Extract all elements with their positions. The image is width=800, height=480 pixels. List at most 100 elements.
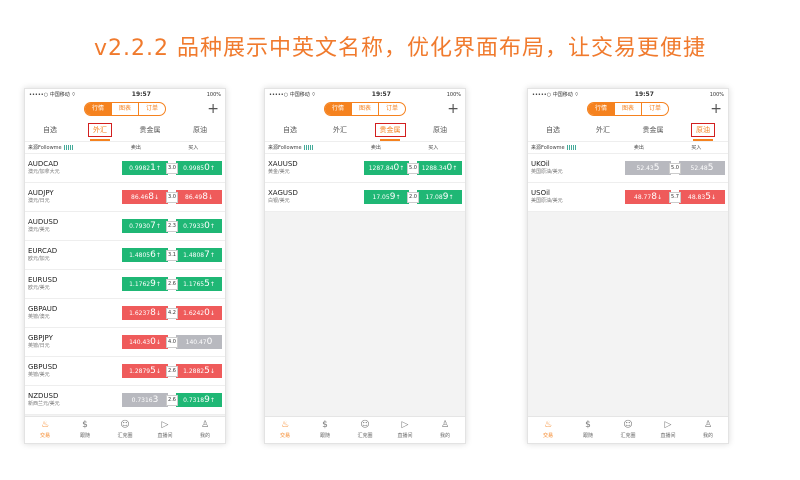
buy-button[interactable]: 1.1765 5 ↑	[176, 277, 222, 291]
tab-label: 直播间	[660, 433, 676, 439]
carrier-label: •••••○ 中国移动 ⌔	[269, 92, 316, 98]
plus-icon[interactable]: +	[447, 101, 459, 117]
price-pip: 0	[206, 337, 213, 347]
sell-button[interactable]: 17.05 9 ↑	[364, 190, 409, 204]
symbol-cell: UKOil 英国原油/美元	[531, 160, 603, 176]
list-item[interactable]: NZDUSD 新西兰元/美元 0.7316 3 2.6 0.7318 9 ↑	[25, 386, 225, 415]
tab-0[interactable]: 自选	[265, 125, 315, 135]
trend-arrow-icon: ↑	[209, 222, 215, 230]
symbol-name: 黄金/美元	[268, 169, 290, 175]
tab-2[interactable]: 贵金属	[125, 125, 175, 135]
bottom-tab-1[interactable]: $ 跟随	[305, 417, 345, 443]
spread-badge: 2.6	[166, 278, 178, 290]
segment-2[interactable]: 订单	[642, 103, 668, 115]
tab-3[interactable]: 原油	[678, 122, 728, 141]
list-item[interactable]: AUDJPY 澳元/日元 86.46 8 ↓ 3.0 86.49 8 ↓	[25, 183, 225, 212]
buy-button[interactable]: 0.7933 0 ↑	[176, 219, 222, 233]
tab-1[interactable]: 外汇	[75, 122, 125, 141]
list-item[interactable]: EURCAD 欧元/加元 1.4805 6 ↑ 3.1 1.4808 7 ↑	[25, 241, 225, 270]
list-item[interactable]: GBPUSD 英镑/美元 1.2879 5 ↓ 2.6 1.2882 5 ↓	[25, 357, 225, 386]
phone-screen: •••••○ 中国移动 ⌔ 19:57 100% 行情 图表 订单 + 自选 外汇 贵金…	[264, 88, 466, 444]
tab-icon: ♙	[703, 420, 713, 430]
sell-button[interactable]: 0.9982 1 ↑	[122, 161, 168, 175]
buy-button[interactable]: 17.08 9 ↑	[417, 190, 462, 204]
sell-button[interactable]: 140.43 0 ↓	[122, 335, 168, 349]
bottom-tab-0[interactable]: ♨ 交易	[265, 417, 305, 443]
list-item[interactable]: USOil 美国原油/美元 48.77 8 ↓ 5.7 48.83 5 ↓	[528, 183, 728, 212]
list-item[interactable]: GBPAUD 英镑/澳元 1.6237 8 ↓ 4.2 1.6242 0 ↓	[25, 299, 225, 328]
price-base: 1288.34	[421, 164, 447, 172]
list-item[interactable]: XAGUSD 白银/美元 17.05 9 ↑ 2.0 17.08 9 ↑	[265, 183, 465, 212]
bottom-tab-4[interactable]: ♙ 我的	[185, 417, 225, 443]
list-item[interactable]: UKOil 英国原油/美元 52.43 5 5.0 52.48 5	[528, 154, 728, 183]
bottom-tab-3[interactable]: ▷ 直播间	[648, 417, 688, 443]
buy-button[interactable]: 1.6242 0 ↓	[176, 306, 222, 320]
buy-button[interactable]: 0.7318 9 ↑	[176, 393, 222, 407]
tab-2[interactable]: 贵金属	[628, 125, 678, 135]
list-item[interactable]: XAUUSD 黄金/美元 1287.84 0 ↑ 5.0 1288.34 0 ↑	[265, 154, 465, 183]
bottom-tab-4[interactable]: ♙ 我的	[425, 417, 465, 443]
list-item[interactable]: AUDUSD 澳元/美元 0.7930 7 ↑ 2.3 0.7933 0 ↑	[25, 212, 225, 241]
bottom-tab-0[interactable]: ♨ 交易	[528, 417, 568, 443]
bottom-tab-3[interactable]: ▷ 直播间	[145, 417, 185, 443]
sell-button[interactable]: 1.4805 6 ↑	[122, 248, 168, 262]
buy-button[interactable]: 140.47 0	[176, 335, 222, 349]
tab-0[interactable]: 自选	[25, 125, 75, 135]
buy-button[interactable]: 52.48 5	[679, 161, 725, 175]
bottom-tab-1[interactable]: $ 跟随	[65, 417, 105, 443]
tab-3[interactable]: 原油	[175, 125, 225, 135]
bottom-tab-2[interactable]: ☺ 汇克圈	[608, 417, 648, 443]
sell-button[interactable]: 48.77 8 ↓	[625, 190, 671, 204]
plus-icon[interactable]: +	[207, 101, 219, 117]
sell-button[interactable]: 0.7316 3	[122, 393, 168, 407]
segment-2[interactable]: 订单	[139, 103, 165, 115]
buy-button[interactable]: 86.49 8 ↓	[176, 190, 222, 204]
buy-button[interactable]: 1.4808 7 ↑	[176, 248, 222, 262]
sell-button[interactable]: 86.46 8 ↓	[122, 190, 168, 204]
segment-1[interactable]: 图表	[112, 103, 139, 115]
segment-1[interactable]: 图表	[615, 103, 642, 115]
status-time: 19:57	[371, 91, 391, 98]
sell-button[interactable]: 1287.84 0 ↑	[364, 161, 409, 175]
sell-button[interactable]: 0.7930 7 ↑	[122, 219, 168, 233]
symbol-cell: AUDUSD 澳元/美元	[28, 218, 100, 234]
spread-badge: 3.1	[166, 249, 178, 261]
list-item[interactable]: GBPJPY 英镑/日元 140.43 0 ↓ 4.0 140.47 0	[25, 328, 225, 357]
spread-badge: 2.6	[166, 394, 178, 406]
bottom-tab-4[interactable]: ♙ 我的	[688, 417, 728, 443]
tab-3[interactable]: 原油	[415, 125, 465, 135]
tab-0[interactable]: 自选	[528, 125, 578, 135]
tab-1[interactable]: 外汇	[578, 125, 628, 135]
sell-button[interactable]: 1.6237 8 ↓	[122, 306, 168, 320]
symbol-name: 欧元/加元	[28, 256, 50, 262]
tab-1[interactable]: 外汇	[315, 125, 365, 135]
bottom-tab-2[interactable]: ☺ 汇克圈	[105, 417, 145, 443]
buy-button[interactable]: 48.83 5 ↓	[679, 190, 725, 204]
sell-button[interactable]: 52.43 5	[625, 161, 671, 175]
buy-button[interactable]: 1.2882 5 ↓	[176, 364, 222, 378]
tab-label: 外汇	[88, 122, 112, 137]
price-base: 140.43	[129, 338, 151, 346]
segment-0[interactable]: 行情	[325, 103, 352, 115]
segment-1[interactable]: 图表	[352, 103, 379, 115]
symbol-code: USOil	[531, 189, 550, 197]
plus-icon[interactable]: +	[710, 101, 722, 117]
trend-arrow-icon: ↑	[155, 222, 161, 230]
bottom-tab-0[interactable]: ♨ 交易	[25, 417, 65, 443]
quote-pair: 140.43 0 ↓ 4.0 140.47 0	[122, 335, 222, 349]
list-item[interactable]: EURUSD 欧元/美元 1.1762 9 ↑ 2.6 1.1765 5 ↑	[25, 270, 225, 299]
sell-button[interactable]: 1.1762 9 ↑	[122, 277, 168, 291]
sell-button[interactable]: 1.2879 5 ↓	[122, 364, 168, 378]
price-base: 0.7316	[131, 396, 153, 404]
segment-2[interactable]: 订单	[379, 103, 405, 115]
segment-0[interactable]: 行情	[85, 103, 112, 115]
bottom-tab-3[interactable]: ▷ 直播间	[385, 417, 425, 443]
bottom-tab-2[interactable]: ☺ 汇克圈	[345, 417, 385, 443]
list-item[interactable]: AUDCAD 澳元/加拿大元 0.9982 1 ↑ 3.0 0.9985 0 ↑	[25, 154, 225, 183]
trend-arrow-icon: ↓	[656, 193, 662, 201]
bottom-tab-1[interactable]: $ 跟随	[568, 417, 608, 443]
buy-button[interactable]: 1288.34 0 ↑	[417, 161, 462, 175]
buy-button[interactable]: 0.9985 0 ↑	[176, 161, 222, 175]
tab-2[interactable]: 贵金属	[365, 122, 415, 141]
segment-0[interactable]: 行情	[588, 103, 615, 115]
